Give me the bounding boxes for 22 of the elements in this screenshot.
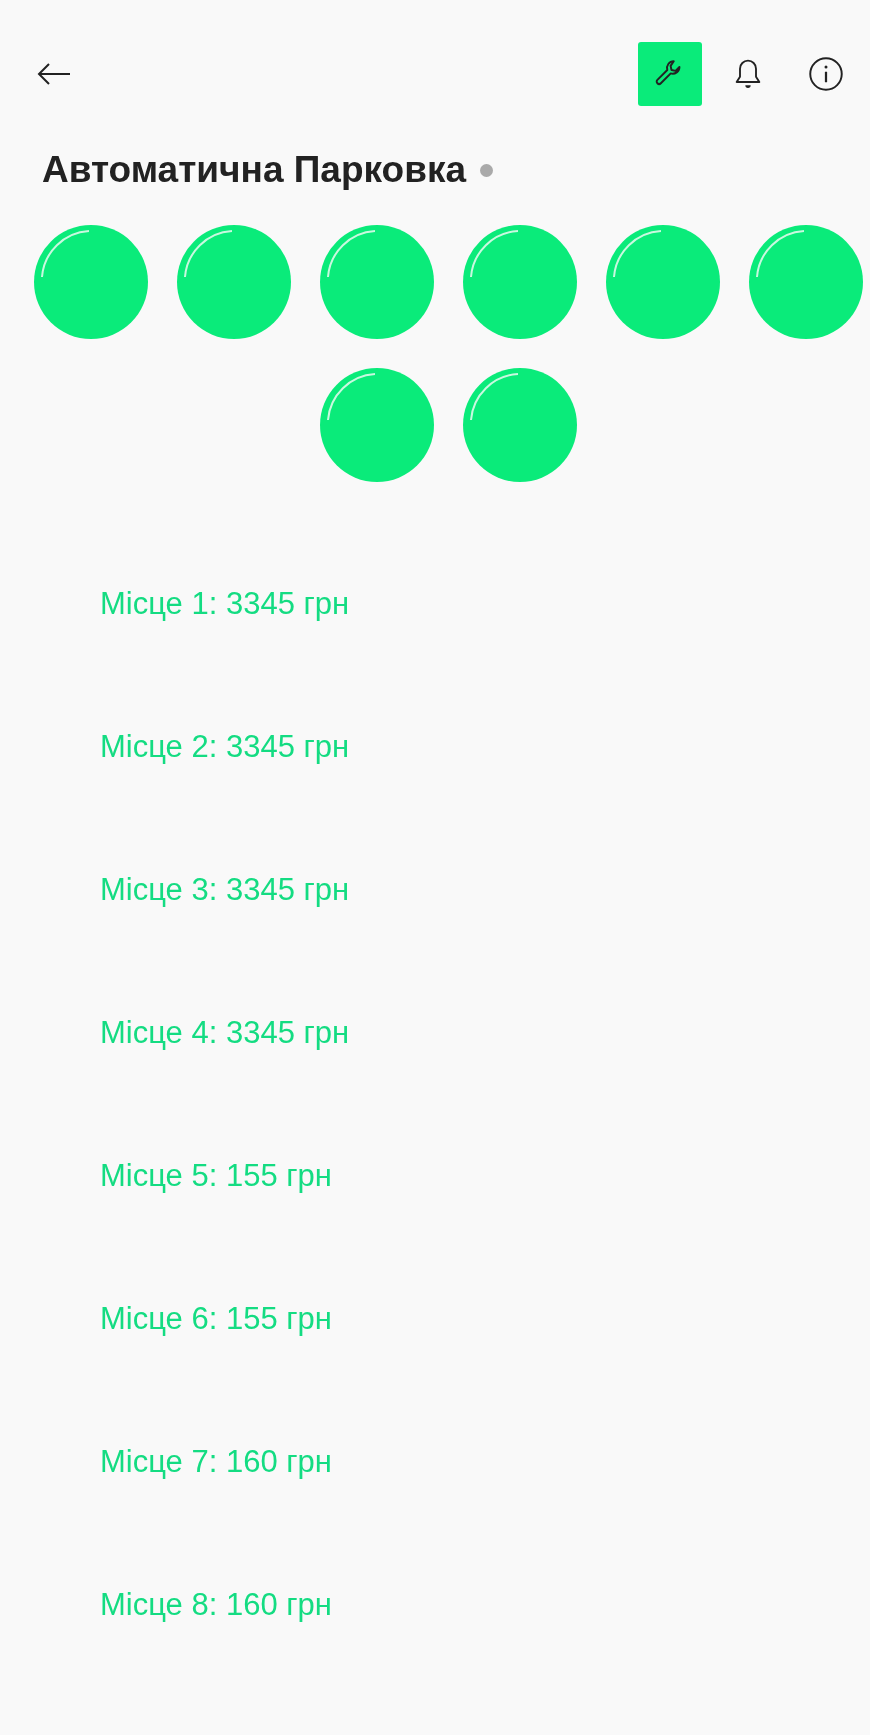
parking-spot-button[interactable]	[749, 225, 863, 339]
spot-price-text: Місце 1: 3345 грн	[100, 585, 350, 623]
spot-price-text: Місце 4: 3345 грн	[100, 1014, 350, 1052]
spot-price-text: Місце 7: 160 грн	[100, 1443, 332, 1481]
status-dot	[480, 163, 493, 177]
info-icon	[808, 56, 844, 92]
parking-spot-button[interactable]	[34, 225, 148, 339]
parking-spot-button[interactable]	[320, 225, 434, 339]
parking-spot-button[interactable]	[177, 225, 291, 339]
spot-price-text: Місце 6: 155 грн	[100, 1300, 332, 1338]
parking-spot-button[interactable]	[320, 368, 434, 482]
page-title: Автоматична Парковка	[42, 148, 466, 192]
back-arrow-icon	[36, 62, 72, 86]
wrench-button[interactable]	[638, 42, 702, 106]
parking-spot-button[interactable]	[463, 368, 577, 482]
back-button[interactable]	[36, 62, 72, 86]
parking-spot-button[interactable]	[463, 225, 577, 339]
spot-price-text: Місце 2: 3345 грн	[100, 728, 350, 766]
spot-price-text: Місце 8: 160 грн	[100, 1586, 332, 1624]
spot-price-text: Місце 3: 3345 грн	[100, 871, 350, 909]
spot-price-text: Місце 5: 155 грн	[100, 1157, 332, 1195]
parking-spot-button[interactable]	[606, 225, 720, 339]
